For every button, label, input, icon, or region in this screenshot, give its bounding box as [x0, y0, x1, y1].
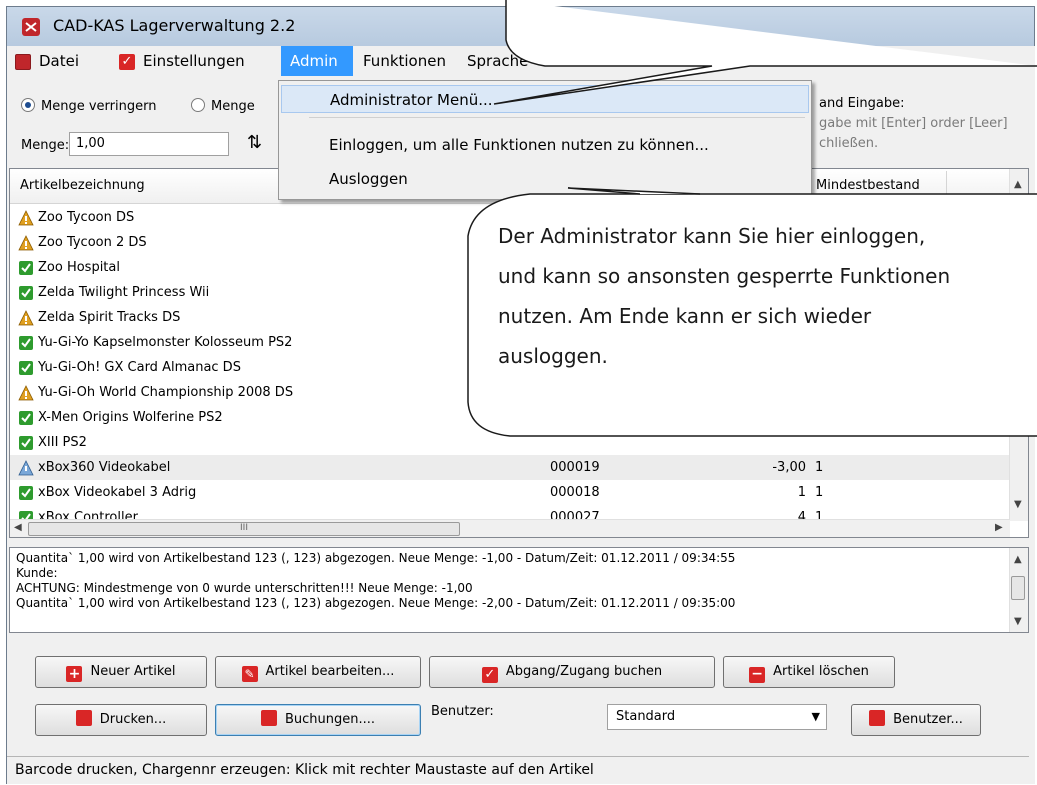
- callout-text: Der Administrator kann Sie hier einlogge…: [498, 224, 951, 368]
- app-window: CAD-KAS Lagerverwaltung 2.2 Datei ✓ Einst…: [0, 0, 1037, 785]
- callout-bubbles: [467, 0, 1037, 437]
